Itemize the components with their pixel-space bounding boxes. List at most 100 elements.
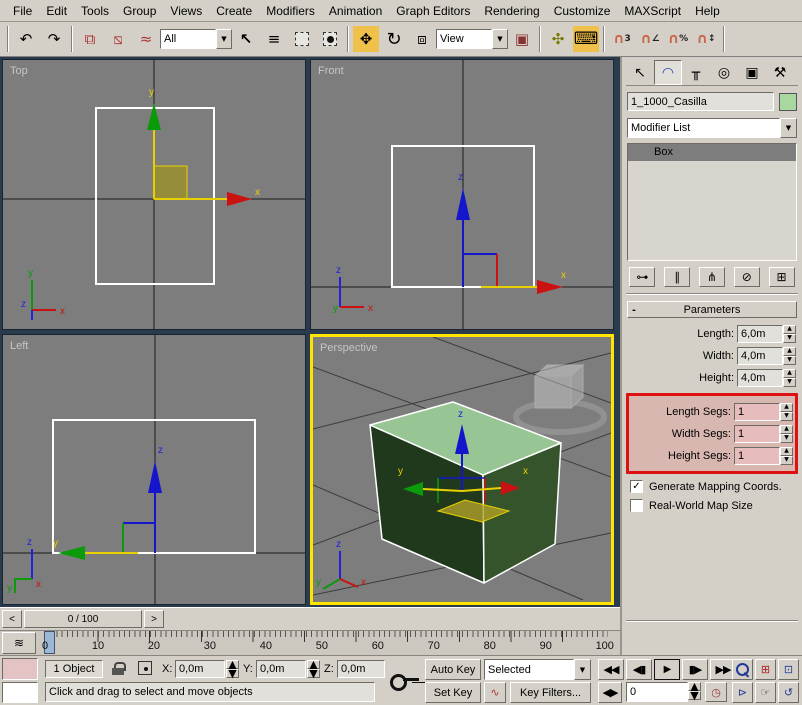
parameter-value-field[interactable]: 4,0m bbox=[737, 346, 783, 365]
maxscript-mini-listener-white[interactable] bbox=[2, 682, 38, 703]
move-gizmo-x-arrow[interactable] bbox=[537, 280, 563, 294]
viewport-perspective[interactable]: z y x z y x Perspective bbox=[310, 334, 614, 605]
spinner-down-icon[interactable]: ▼ bbox=[783, 377, 796, 387]
chevron-down-icon[interactable]: ▼ bbox=[574, 659, 591, 680]
utilities-tab-icon[interactable]: ⚒ bbox=[766, 60, 794, 85]
y-spinner[interactable]: ▲ ▼ bbox=[307, 659, 320, 679]
rollout-collapse-icon[interactable]: - bbox=[628, 304, 640, 316]
menu-item[interactable]: Modifiers bbox=[259, 2, 322, 20]
chevron-down-icon[interactable]: ▼ bbox=[492, 29, 508, 49]
window-crossing-toggle-icon[interactable] bbox=[317, 26, 343, 52]
spinner-up-icon[interactable]: ▲ bbox=[780, 446, 793, 456]
object-color-swatch[interactable] bbox=[779, 92, 797, 111]
spinner-down-icon[interactable]: ▼ bbox=[226, 668, 239, 679]
display-tab-icon[interactable]: ▣ bbox=[738, 60, 766, 85]
snaps-toggle-icon[interactable]: ∩ 3 bbox=[609, 26, 635, 52]
redo-icon[interactable]: ↷ bbox=[41, 26, 67, 52]
rectangular-selection-region-icon[interactable] bbox=[289, 26, 315, 52]
play-button-icon[interactable]: ▶ bbox=[654, 659, 680, 680]
select-by-name-icon[interactable]: ≡ bbox=[261, 26, 287, 52]
parameter-value-field[interactable]: 1 bbox=[734, 424, 780, 443]
move-gizmo-x-arrow[interactable] bbox=[227, 192, 252, 206]
spinner-control[interactable]: ▲ ▼ bbox=[780, 402, 793, 421]
modify-tab-icon[interactable]: ◠ bbox=[654, 60, 682, 85]
spinner-control[interactable]: ▲ ▼ bbox=[780, 446, 793, 465]
object-name-field[interactable]: 1_1000_Casilla bbox=[627, 92, 774, 111]
menu-item[interactable]: File bbox=[6, 2, 39, 20]
select-and-link-icon[interactable]: ⧉ bbox=[77, 26, 103, 52]
x-coordinate-field[interactable]: 0,0m bbox=[175, 660, 225, 678]
move-gizmo-z-arrow[interactable] bbox=[148, 461, 162, 493]
absolute-offset-toggle-icon[interactable] bbox=[138, 661, 152, 678]
use-pivot-point-center-icon[interactable]: ▣ bbox=[509, 26, 535, 52]
z-coordinate-field[interactable]: 0,0m bbox=[337, 660, 385, 678]
spinner-up-icon[interactable]: ▲ bbox=[780, 402, 793, 412]
angle-snap-toggle-icon[interactable]: ∩ ∠ bbox=[637, 26, 663, 52]
parameter-value-field[interactable]: 1 bbox=[734, 446, 780, 465]
pin-stack-icon[interactable]: ⊶ bbox=[629, 267, 656, 287]
auto-key-button[interactable]: Auto Key bbox=[425, 659, 481, 680]
x-spinner[interactable]: ▲ ▼ bbox=[226, 659, 239, 679]
y-coordinate-field[interactable]: 0,0m bbox=[256, 660, 306, 678]
undo-icon[interactable]: ↶ bbox=[13, 26, 39, 52]
viewport-top[interactable]: y x y x z Top bbox=[2, 59, 306, 330]
spinner-down-icon[interactable]: ▼ bbox=[780, 455, 793, 465]
parameter-value-field[interactable]: 1 bbox=[734, 402, 780, 421]
arc-rotate-icon[interactable]: ↺ bbox=[778, 682, 799, 703]
zoom-icon[interactable] bbox=[732, 659, 753, 680]
maxscript-mini-listener-pink[interactable] bbox=[2, 658, 38, 680]
menu-item[interactable]: Graph Editors bbox=[389, 2, 477, 20]
parameter-value-field[interactable]: 4,0m bbox=[737, 368, 783, 387]
menu-item[interactable]: Animation bbox=[322, 2, 389, 20]
keyboard-override-toggle-icon[interactable]: ⌨ bbox=[573, 26, 599, 52]
spinner-down-icon[interactable]: ▼ bbox=[783, 355, 796, 365]
create-tab-icon[interactable]: ↖ bbox=[626, 60, 654, 85]
chevron-down-icon[interactable]: ▼ bbox=[780, 118, 797, 138]
key-mode-dropdown[interactable]: Selected ▼ bbox=[484, 659, 591, 680]
current-frame-field[interactable]: 0 bbox=[626, 682, 688, 702]
move-gizmo-xy-plane[interactable] bbox=[153, 165, 188, 200]
select-and-manipulate-icon[interactable]: ✣ bbox=[545, 26, 571, 52]
zoom-extents-icon[interactable]: ⊡ bbox=[778, 659, 799, 680]
pan-hand-icon[interactable]: ☞ bbox=[755, 682, 776, 703]
spinner-down-icon[interactable]: ▼ bbox=[688, 690, 701, 701]
make-unique-icon[interactable]: ⋔ bbox=[698, 267, 725, 287]
stack-item-box[interactable]: Box bbox=[628, 144, 796, 161]
modifier-list-dropdown[interactable]: Modifier List ▼ bbox=[627, 118, 797, 138]
viewport-front[interactable]: z x z x y Front bbox=[310, 59, 614, 330]
select-object-icon[interactable]: ↖ bbox=[233, 26, 259, 52]
time-slider-next-button[interactable]: > bbox=[144, 610, 164, 628]
bind-to-space-warp-icon[interactable]: ≈ bbox=[133, 26, 159, 52]
spinner-up-icon[interactable]: ▲ bbox=[783, 368, 796, 378]
field-of-view-icon[interactable]: ⊳ bbox=[732, 682, 753, 703]
modifier-list-value[interactable]: Modifier List bbox=[627, 118, 780, 138]
realworld-map-checkbox[interactable] bbox=[630, 499, 643, 512]
menu-item[interactable]: Help bbox=[688, 2, 727, 20]
chevron-down-icon[interactable]: ▼ bbox=[216, 29, 232, 49]
spinner-down-icon[interactable]: ▼ bbox=[780, 433, 793, 443]
spinner-control[interactable]: ▲ ▼ bbox=[783, 368, 796, 387]
menu-item[interactable]: Tools bbox=[74, 2, 116, 20]
select-and-move-icon[interactable]: ✥ bbox=[353, 26, 379, 52]
select-and-scale-icon[interactable]: ⧈ bbox=[409, 26, 435, 52]
generate-mapping-checkbox[interactable]: ✓ bbox=[630, 480, 643, 493]
track-bar-ruler[interactable]: 0 10 20 30 40 50 60 70 80 90 100 bbox=[40, 631, 620, 655]
unlink-selection-icon[interactable]: ⧅ bbox=[105, 26, 131, 52]
spinner-snap-toggle-icon[interactable]: ∩ ↕ bbox=[693, 26, 719, 52]
coordinate-system-value[interactable]: View bbox=[436, 29, 492, 49]
spinner-up-icon[interactable]: ▲ bbox=[783, 324, 796, 334]
parameters-rollout-header[interactable]: - Parameters bbox=[627, 301, 797, 318]
configure-modifier-sets-icon[interactable]: ⊞ bbox=[768, 267, 795, 287]
open-mini-curve-editor-button[interactable]: ≋ bbox=[2, 632, 36, 654]
spinner-control[interactable]: ▲ ▼ bbox=[783, 346, 796, 365]
next-frame-icon[interactable]: ▮▶ bbox=[682, 659, 708, 680]
spinner-down-icon[interactable]: ▼ bbox=[783, 333, 796, 343]
zoom-all-icon[interactable]: ⊞ bbox=[755, 659, 776, 680]
move-gizmo-y-arrow[interactable] bbox=[58, 546, 85, 560]
modifier-stack-list[interactable]: Box bbox=[627, 143, 797, 261]
parameter-value-field[interactable]: 6,0m bbox=[737, 324, 783, 343]
hierarchy-tab-icon[interactable]: ╥ bbox=[682, 60, 710, 85]
time-slider-handle[interactable]: 0 / 100 bbox=[24, 610, 142, 628]
show-end-result-icon[interactable]: ∥ bbox=[664, 267, 691, 287]
menu-item[interactable]: Rendering bbox=[477, 2, 546, 20]
